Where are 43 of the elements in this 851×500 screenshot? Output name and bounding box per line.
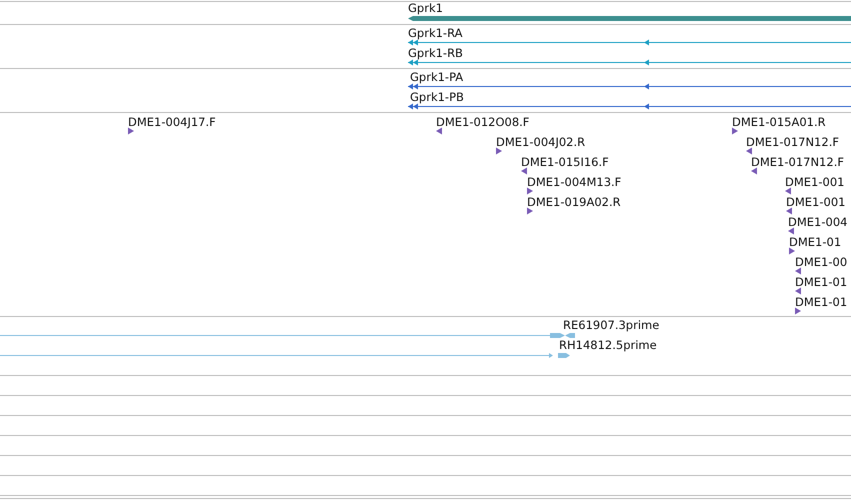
est-label: DME1-017N12.F xyxy=(751,155,844,169)
est-marker-icon[interactable] xyxy=(128,128,134,134)
est-label: DME1-012O08.F xyxy=(436,115,530,129)
est-marker-icon[interactable] xyxy=(436,128,442,134)
est-label: DME1-01 xyxy=(789,235,842,249)
gene-label: Gprk1 xyxy=(408,1,443,15)
est-marker-icon[interactable] xyxy=(527,208,533,214)
est-label: DME1-004J17.F xyxy=(128,115,216,129)
protein-label: Gprk1-PA xyxy=(410,70,464,84)
est-label: DME1-004J02.R xyxy=(496,135,586,149)
protein-model-drawing[interactable] xyxy=(408,84,851,90)
est-label: DME1-019A02.R xyxy=(527,195,621,209)
protein-model-drawing[interactable] xyxy=(408,104,851,110)
transcript-label: Gprk1-RA xyxy=(408,26,462,40)
est-label: DME1-017N12.F xyxy=(746,135,839,149)
est-marker-icon[interactable] xyxy=(751,168,757,174)
est-label: DME1-001 xyxy=(785,175,844,189)
est-marker-icon[interactable] xyxy=(746,148,752,154)
est-marker-icon[interactable] xyxy=(788,228,794,234)
alignment-label: RE61907.3prime xyxy=(563,318,660,332)
est-marker-icon[interactable] xyxy=(795,308,801,314)
est-marker-icon[interactable] xyxy=(785,188,791,194)
est-marker-icon[interactable] xyxy=(795,268,801,274)
transcript-model-drawing[interactable] xyxy=(408,40,851,46)
est-label: DME1-01 xyxy=(795,295,848,309)
est-label: DME1-01 xyxy=(795,275,848,289)
est-marker-icon[interactable] xyxy=(786,208,792,214)
transcript-label: Gprk1-RB xyxy=(408,46,463,60)
est-label: DME1-001 xyxy=(786,195,846,209)
est-marker-icon[interactable] xyxy=(521,168,527,174)
est-label: DME1-015I16.F xyxy=(521,155,609,169)
est-marker-icon[interactable] xyxy=(496,148,502,154)
est-label: DME1-004M13.F xyxy=(527,175,622,189)
alignment-label: RH14812.5prime xyxy=(559,338,657,352)
transcript-model-drawing[interactable] xyxy=(408,60,851,66)
est-label: DME1-015A01.R xyxy=(732,115,826,129)
est-marker-icon[interactable] xyxy=(789,248,795,254)
est-marker-icon[interactable] xyxy=(527,188,533,194)
protein-label: Gprk1-PB xyxy=(410,90,464,104)
est-marker-icon[interactable] xyxy=(795,288,801,294)
est-label: DME1-00 xyxy=(795,255,848,269)
est-marker-icon[interactable] xyxy=(732,128,738,134)
est-label: DME1-004 xyxy=(788,215,848,229)
